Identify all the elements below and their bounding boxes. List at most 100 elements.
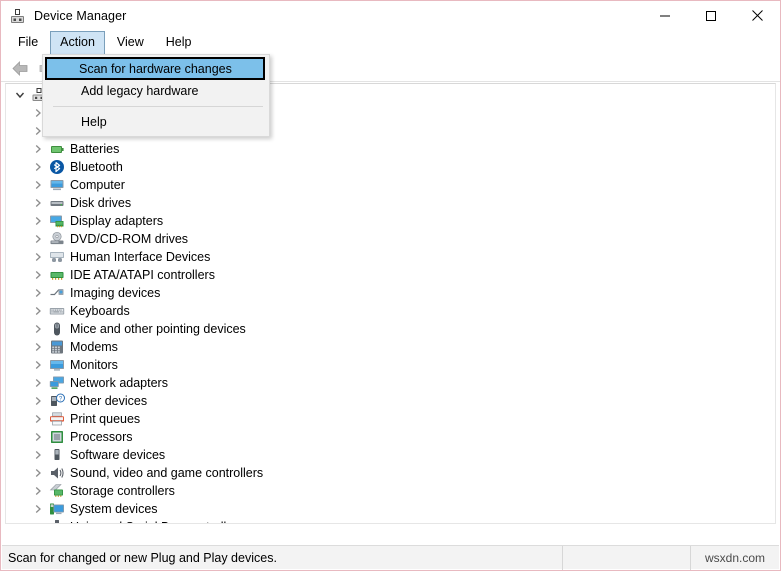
list-item-other-devices[interactable]: ? Other devices bbox=[6, 392, 775, 410]
chevron-right-icon[interactable] bbox=[30, 321, 46, 337]
list-item-disk-drives[interactable]: Disk drives bbox=[6, 194, 775, 212]
chevron-right-icon[interactable] bbox=[30, 177, 46, 193]
chevron-right-icon[interactable] bbox=[30, 339, 46, 355]
list-item-modems[interactable]: Modems bbox=[6, 338, 775, 356]
action-menu-dropdown[interactable]: Scan for hardware changes Add legacy har… bbox=[42, 54, 270, 137]
minimize-button[interactable] bbox=[642, 1, 688, 30]
list-item-monitors[interactable]: Monitors bbox=[6, 356, 775, 374]
status-message: Scan for changed or new Plug and Play de… bbox=[2, 545, 563, 570]
list-item-dvd-drives[interactable]: DVD/CD-ROM drives bbox=[6, 230, 775, 248]
list-item-processors[interactable]: Processors bbox=[6, 428, 775, 446]
list-item-storage-controllers[interactable]: Storage controllers bbox=[6, 482, 775, 500]
list-item-label: IDE ATA/ATAPI controllers bbox=[70, 268, 215, 282]
imaging-device-icon bbox=[48, 285, 65, 301]
device-tree-panel[interactable]: Batteries Bluetooth Computer Disk drives… bbox=[5, 83, 776, 524]
list-item-label: Modems bbox=[70, 340, 118, 354]
usb-icon bbox=[48, 519, 65, 523]
list-item-batteries[interactable]: Batteries bbox=[6, 140, 775, 158]
list-item-ide-controllers[interactable]: IDE ATA/ATAPI controllers bbox=[6, 266, 775, 284]
chevron-right-icon[interactable] bbox=[30, 501, 46, 517]
chevron-right-icon[interactable] bbox=[30, 483, 46, 499]
system-device-icon bbox=[48, 501, 65, 517]
chevron-right-icon[interactable] bbox=[30, 447, 46, 463]
chevron-right-icon[interactable] bbox=[30, 141, 46, 157]
menu-item-help[interactable]: Help bbox=[45, 111, 267, 133]
computer-icon bbox=[48, 177, 65, 193]
hid-icon bbox=[48, 249, 65, 265]
list-item-label: Mice and other pointing devices bbox=[70, 322, 246, 336]
list-item-label: Storage controllers bbox=[70, 484, 175, 498]
list-item-bluetooth[interactable]: Bluetooth bbox=[6, 158, 775, 176]
printer-icon bbox=[48, 411, 65, 427]
menu-help[interactable]: Help bbox=[156, 31, 202, 55]
modem-icon bbox=[48, 339, 65, 355]
list-item-mice[interactable]: Mice and other pointing devices bbox=[6, 320, 775, 338]
list-item-hid[interactable]: Human Interface Devices bbox=[6, 248, 775, 266]
list-item-keyboards[interactable]: Keyboards bbox=[6, 302, 775, 320]
menu-file[interactable]: File bbox=[8, 31, 48, 55]
list-item-usb-controllers[interactable]: Universal Serial Bus controllers bbox=[6, 518, 775, 523]
chevron-right-icon[interactable] bbox=[30, 465, 46, 481]
chevron-down-icon[interactable] bbox=[12, 87, 28, 103]
menu-view[interactable]: View bbox=[107, 31, 154, 55]
window-controls bbox=[642, 1, 780, 30]
list-item-print-queues[interactable]: Print queues bbox=[6, 410, 775, 428]
list-item-label: Network adapters bbox=[70, 376, 168, 390]
chevron-right-icon[interactable] bbox=[30, 411, 46, 427]
chevron-right-icon[interactable] bbox=[30, 375, 46, 391]
list-item-label: Disk drives bbox=[70, 196, 132, 210]
maximize-button[interactable] bbox=[688, 1, 734, 30]
back-button[interactable] bbox=[7, 57, 33, 81]
list-item-label: Display adapters bbox=[70, 214, 164, 228]
menu-action[interactable]: Action bbox=[50, 30, 105, 55]
list-item-sound-controllers[interactable]: Sound, video and game controllers bbox=[6, 464, 775, 482]
list-item-label: Software devices bbox=[70, 448, 166, 462]
menu-separator bbox=[53, 106, 263, 107]
chevron-right-icon[interactable] bbox=[30, 393, 46, 409]
storage-controller-icon bbox=[48, 483, 65, 499]
list-item-imaging-devices[interactable]: Imaging devices bbox=[6, 284, 775, 302]
menu-bar: File Action View Help bbox=[1, 30, 780, 55]
title-bar: Device Manager bbox=[1, 1, 780, 30]
close-button[interactable] bbox=[734, 1, 780, 30]
network-adapter-icon bbox=[48, 375, 65, 391]
status-bar: Scan for changed or new Plug and Play de… bbox=[2, 545, 779, 570]
list-item-software-devices[interactable]: Software devices bbox=[6, 446, 775, 464]
chevron-right-icon[interactable] bbox=[30, 285, 46, 301]
disk-drive-icon bbox=[48, 195, 65, 211]
window-title: Device Manager bbox=[34, 8, 127, 23]
list-item-label: Imaging devices bbox=[70, 286, 161, 300]
list-item-network-adapters[interactable]: Network adapters bbox=[6, 374, 775, 392]
ide-controller-icon bbox=[48, 267, 65, 283]
battery-icon bbox=[48, 141, 65, 157]
keyboard-icon bbox=[48, 303, 65, 319]
chevron-right-icon[interactable] bbox=[30, 195, 46, 211]
chevron-right-icon[interactable] bbox=[30, 267, 46, 283]
monitor-icon bbox=[48, 357, 65, 373]
list-item-system-devices[interactable]: System devices bbox=[6, 500, 775, 518]
list-item-label: Computer bbox=[70, 178, 125, 192]
chevron-right-icon[interactable] bbox=[30, 303, 46, 319]
chevron-right-icon[interactable] bbox=[30, 429, 46, 445]
chevron-right-icon[interactable] bbox=[30, 159, 46, 175]
device-manager-icon bbox=[9, 8, 26, 25]
software-device-icon bbox=[48, 447, 65, 463]
processor-icon bbox=[48, 429, 65, 445]
device-tree: Batteries Bluetooth Computer Disk drives… bbox=[6, 84, 775, 523]
chevron-right-icon[interactable] bbox=[30, 231, 46, 247]
list-item-label: Other devices bbox=[70, 394, 148, 408]
chevron-right-icon[interactable] bbox=[30, 213, 46, 229]
list-item-computer[interactable]: Computer bbox=[6, 176, 775, 194]
chevron-right-icon[interactable] bbox=[30, 249, 46, 265]
menu-item-add-legacy-hardware[interactable]: Add legacy hardware bbox=[45, 80, 267, 102]
other-device-icon: ? bbox=[48, 393, 65, 409]
list-item-label: Print queues bbox=[70, 412, 141, 426]
dvd-drive-icon bbox=[48, 231, 65, 247]
list-item-label: Universal Serial Bus controllers bbox=[70, 519, 244, 523]
status-middle-pane bbox=[563, 545, 691, 570]
chevron-right-icon[interactable] bbox=[30, 519, 46, 523]
list-item-label: Sound, video and game controllers bbox=[70, 466, 264, 480]
chevron-right-icon[interactable] bbox=[30, 357, 46, 373]
list-item-display-adapters[interactable]: Display adapters bbox=[6, 212, 775, 230]
menu-item-scan-for-hardware-changes[interactable]: Scan for hardware changes bbox=[45, 57, 265, 80]
